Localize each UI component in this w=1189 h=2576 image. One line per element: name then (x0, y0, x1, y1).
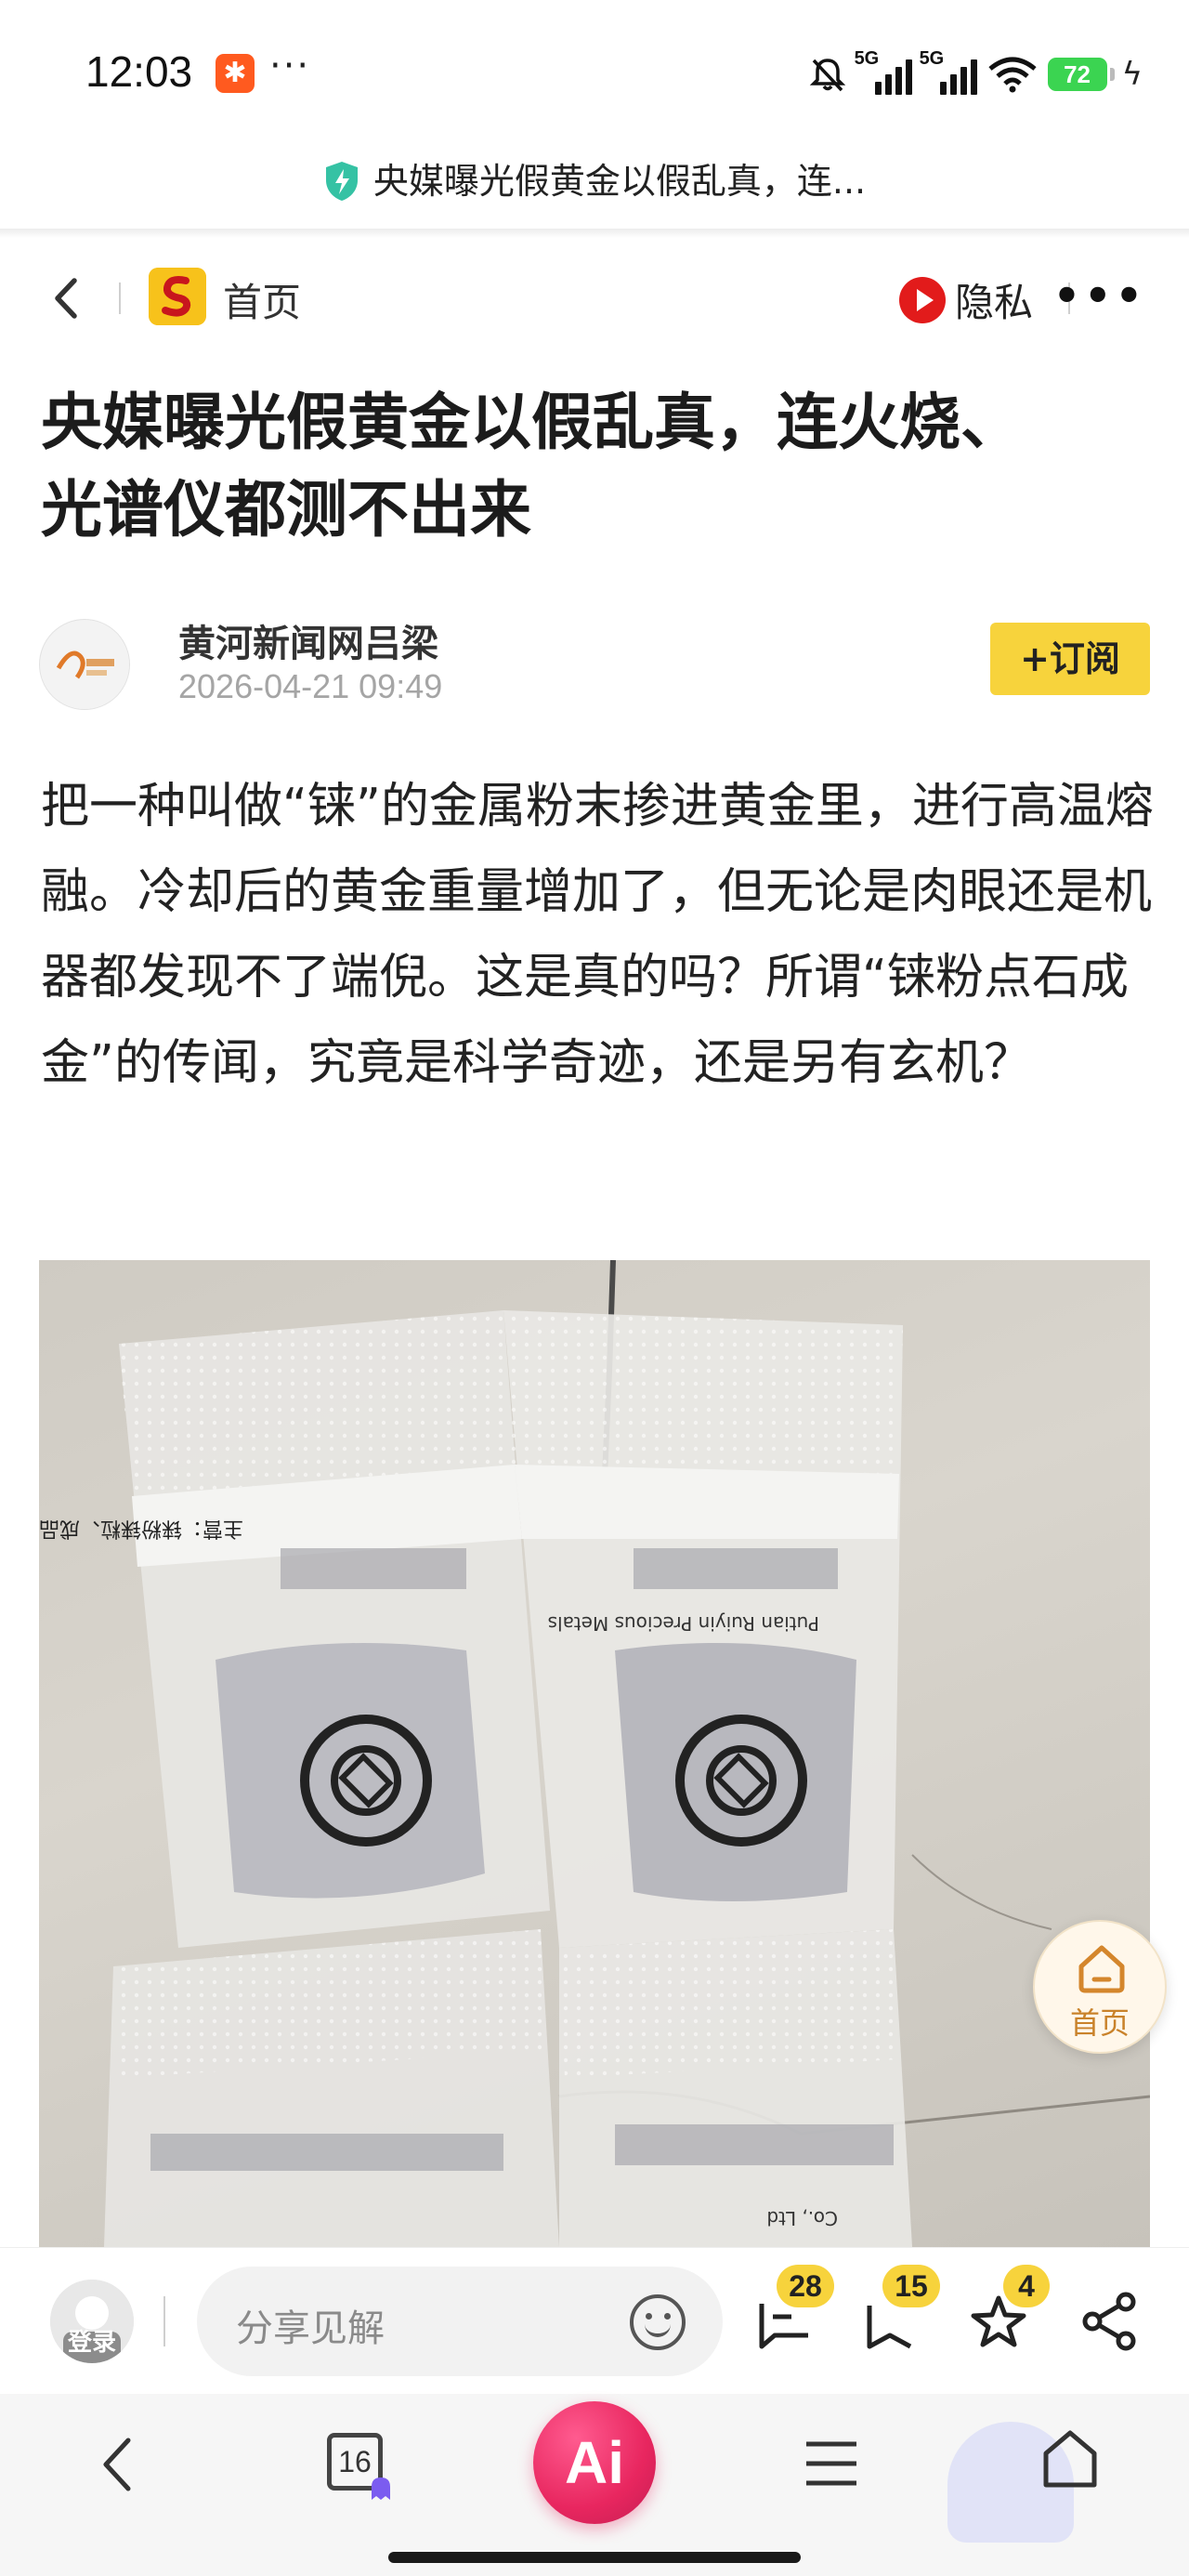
divider (119, 283, 121, 314)
more-options-button[interactable]: ••• (1053, 274, 1146, 317)
sohu-logo-icon[interactable] (149, 268, 206, 325)
author-avatar[interactable] (39, 619, 130, 710)
powder-bag: 主营：铼粉铼粒、成品定制 (39, 1310, 550, 1948)
privacy-label: 隐私 (955, 280, 1034, 325)
comment-button[interactable]: 28 (752, 2265, 834, 2354)
floating-home-label: 首页 (1069, 2005, 1130, 2041)
privacy-button[interactable]: 隐私 (899, 271, 1033, 328)
comment-count: 28 (777, 2265, 834, 2307)
share-icon (1082, 2292, 1136, 2351)
like-count: 4 (1003, 2265, 1050, 2307)
tab-title: 央媒曝光假黄金以假乱真，连... (372, 161, 867, 202)
login-avatar[interactable]: 登录 (50, 2280, 134, 2363)
bell-off-icon (809, 59, 845, 92)
divider (0, 229, 1189, 238)
author-name[interactable]: 黄河新闻网吕梁 (178, 613, 438, 667)
browser-back-button[interactable] (97, 2435, 137, 2494)
gold-powder-bags-photo: 主营：铼粉铼粒、成品定制 Putian Ruiyin Precious Meta… (39, 1260, 1150, 2247)
home-indicator[interactable] (388, 2552, 801, 2563)
publish-date: 2026-04-21 09:49 (178, 667, 443, 705)
like-button[interactable]: 4 (966, 2265, 1050, 2354)
article-action-bar: 登录 分享见解 28 15 4 (0, 2247, 1189, 2394)
share-comment-input[interactable]: 分享见解 (197, 2267, 723, 2376)
browser-toolbar: 16 Ai (0, 2394, 1189, 2576)
powder-bag (104, 1929, 559, 2247)
cell-signal-2-icon: 5G (920, 48, 977, 95)
author-logo-icon (40, 620, 129, 709)
divider (163, 2296, 165, 2346)
ai-assistant-button[interactable]: Ai (533, 2401, 656, 2524)
emoji-icon[interactable] (630, 2294, 686, 2350)
article-nav-bar: 首页 隐私 ••• (0, 249, 1189, 346)
page-title-bar: 央媒曝光假黄金以假乱真，连... (0, 139, 1189, 223)
bag-label-text: 主营：铼粉铼粒、成品定制 (39, 1517, 243, 1540)
bag-co-text: Co., Ltd (766, 2207, 838, 2229)
share-placeholder: 分享见解 (236, 2307, 385, 2350)
battery-indicator: 72 (1047, 58, 1115, 91)
status-bar: 12:03 ✱ ··· 5G 5G 72 ϟ (0, 0, 1189, 149)
shield-icon (325, 162, 358, 201)
notification-app-icon: ✱ (216, 54, 255, 93)
incognito-ghost-icon (372, 2477, 390, 2500)
floating-home-button[interactable]: 首页 (1033, 1920, 1167, 2054)
charging-icon: ϟ (1121, 56, 1143, 93)
cell-signal-1-icon: 5G (855, 48, 912, 95)
title-line-1: 央媒曝光假黄金以假乱真，连火烧、 (41, 387, 1022, 458)
article-title: 央媒曝光假黄金以假乱真，连火烧、 光谱仪都测不出来 (41, 379, 1156, 554)
home-link[interactable]: 首页 (223, 271, 301, 328)
powder-bag: Co., Ltd (559, 1929, 912, 2247)
play-icon (899, 276, 946, 323)
article-paragraph: 把一种叫做“铼”的金属粉末掺进黄金里，进行高温熔融。冷却后的黄金重量增加了，但无… (41, 779, 1154, 1091)
article-image[interactable]: 主营：铼粉铼粒、成品定制 Putian Ruiyin Precious Meta… (39, 1260, 1150, 2247)
favorite-count: 15 (882, 2265, 940, 2307)
house-icon (1078, 1945, 1125, 1993)
subscribe-button[interactable]: +订阅 (990, 623, 1150, 695)
browser-home-button[interactable] (1040, 2427, 1100, 2492)
clock: 12:03 (85, 47, 193, 96)
menu-icon[interactable] (804, 2438, 858, 2489)
title-line-2: 光谱仪都测不出来 (41, 474, 531, 545)
wifi-icon (987, 57, 1037, 93)
favorite-button[interactable]: 15 (858, 2265, 940, 2354)
more-notifications-icon: ··· (269, 45, 311, 87)
bag-brand-text: Putian Ruiyin Precious Metals (548, 1612, 819, 1635)
login-label: 登录 (67, 2329, 116, 2357)
status-icons: 5G 5G 72 ϟ (808, 48, 1143, 100)
share-button[interactable] (1078, 2289, 1143, 2354)
powder-bag: Putian Ruiyin Precious Metals (503, 1310, 903, 1948)
back-button[interactable] (43, 273, 89, 323)
